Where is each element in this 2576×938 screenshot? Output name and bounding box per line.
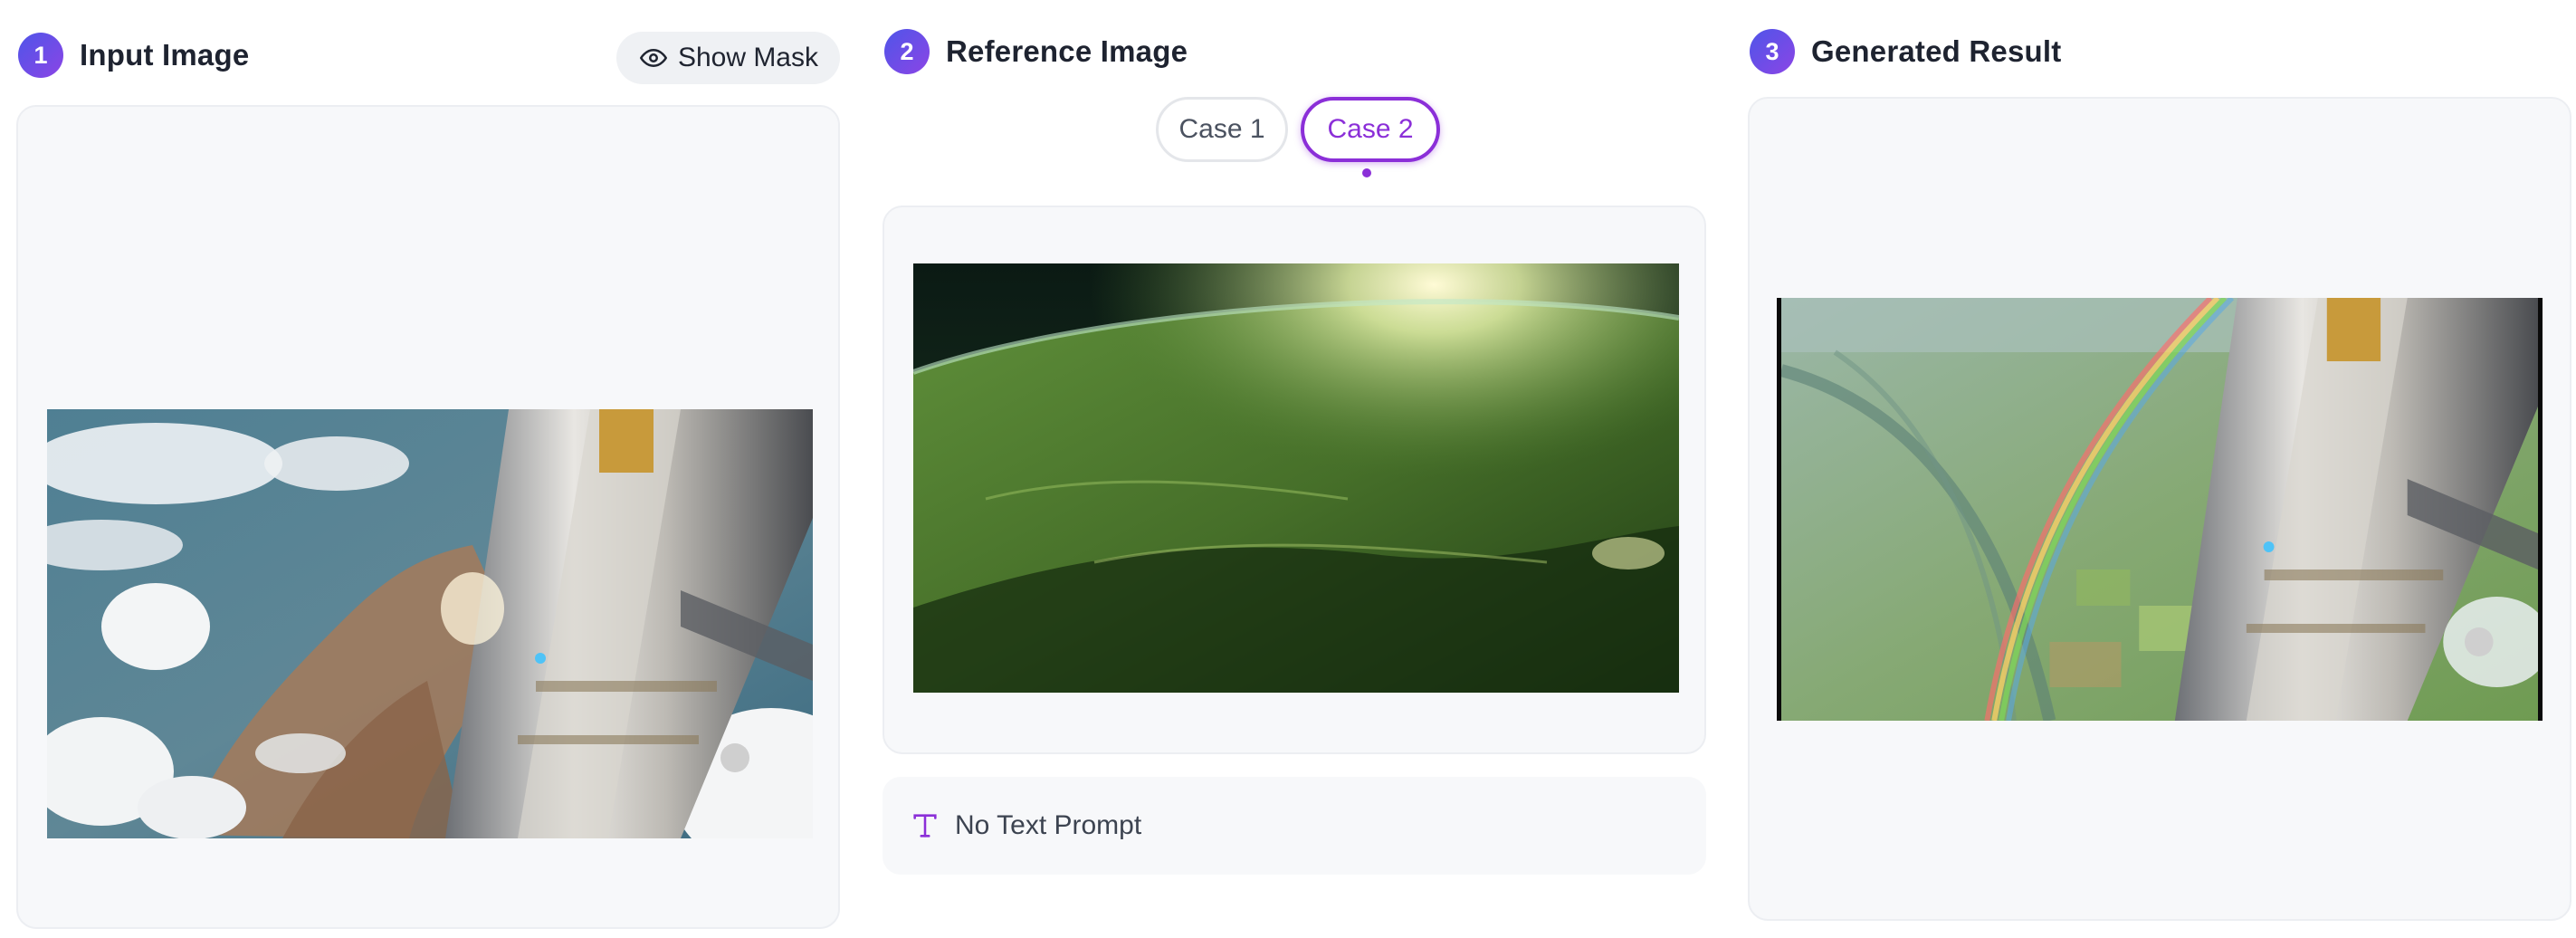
tab-case-1[interactable]: Case 1 (1156, 97, 1288, 162)
step-badge-1: 1 (18, 33, 63, 78)
eye-icon (639, 49, 667, 67)
generated-rainbow-landscape-image (1781, 298, 2538, 721)
case-tabs: Case 1 Case 2 (1156, 97, 1440, 162)
result-header: 3 Generated Result (1750, 27, 2061, 76)
text-prompt-label: No Text Prompt (955, 810, 1142, 840)
input-image-panel (16, 105, 840, 929)
input-image[interactable] (47, 409, 813, 838)
reference-header: 2 Reference Image (884, 27, 1188, 76)
show-mask-button[interactable]: Show Mask (615, 32, 840, 84)
text-type-icon (913, 814, 937, 838)
reference-title: Reference Image (946, 34, 1188, 68)
result-image-panel (1748, 97, 2571, 921)
result-title: Generated Result (1811, 34, 2062, 68)
input-title: Input Image (80, 38, 250, 72)
step-badge-3: 3 (1750, 29, 1795, 74)
reference-green-earth-image (913, 263, 1679, 693)
reference-image[interactable] (913, 263, 1679, 693)
tab-case-2[interactable]: Case 2 (1301, 97, 1440, 162)
reference-image-panel (883, 206, 1706, 754)
input-earth-space-station-image (47, 409, 813, 838)
text-prompt-box: No Text Prompt (883, 777, 1706, 875)
step-badge-2: 2 (884, 29, 930, 74)
input-header: 1 Input Image (18, 31, 249, 80)
selected-tab-indicator (1362, 168, 1371, 177)
show-mask-label: Show Mask (677, 43, 818, 72)
result-image[interactable] (1777, 298, 2543, 721)
